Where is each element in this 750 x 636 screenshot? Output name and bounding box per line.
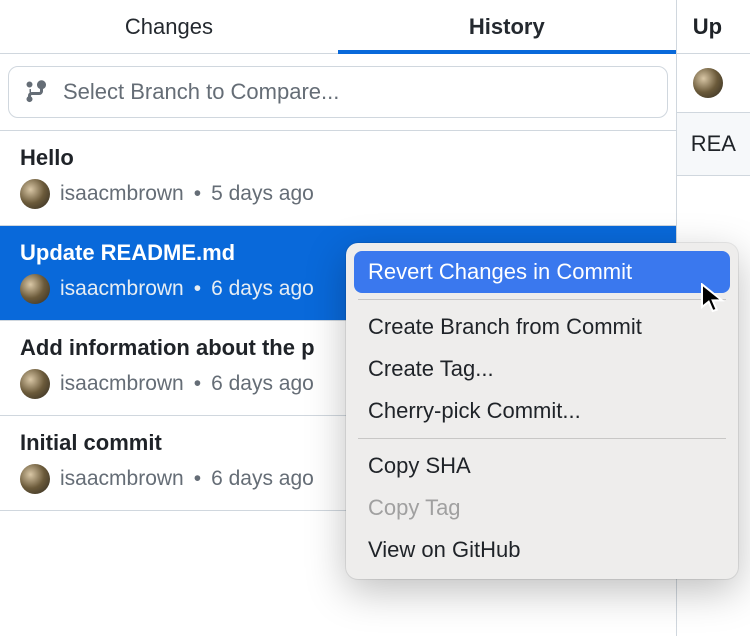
commit-time: 6 days ago xyxy=(211,372,314,396)
menu-item-create-branch[interactable]: Create Branch from Commit xyxy=(354,306,730,348)
menu-item-label: Copy SHA xyxy=(368,453,471,478)
commit-author: isaacmbrown xyxy=(60,467,184,491)
tab-label: History xyxy=(469,14,545,40)
menu-item-label: Cherry-pick Commit... xyxy=(368,398,581,423)
avatar xyxy=(20,179,50,209)
commit-time: 5 days ago xyxy=(211,182,314,206)
menu-item-label: Revert Changes in Commit xyxy=(368,259,632,284)
menu-item-label: View on GitHub xyxy=(368,537,520,562)
menu-divider xyxy=(358,299,726,300)
right-pane-file[interactable]: REA xyxy=(677,113,750,176)
commit-author: isaacmbrown xyxy=(60,182,184,206)
commit-title: Hello xyxy=(20,145,656,171)
commit-author: isaacmbrown xyxy=(60,277,184,301)
meta-separator: • xyxy=(194,467,201,491)
menu-item-label: Copy Tag xyxy=(368,495,461,520)
meta-separator: • xyxy=(194,182,201,206)
menu-item-revert[interactable]: Revert Changes in Commit xyxy=(354,251,730,293)
meta-separator: • xyxy=(194,372,201,396)
branch-compare-placeholder: Select Branch to Compare... xyxy=(63,79,339,105)
file-name: REA xyxy=(691,131,736,156)
branch-compare-row: Select Branch to Compare... xyxy=(0,54,676,131)
right-pane-title: Up xyxy=(693,14,722,40)
commit-author: isaacmbrown xyxy=(60,372,184,396)
menu-item-copy-tag: Copy Tag xyxy=(354,487,730,529)
menu-item-create-tag[interactable]: Create Tag... xyxy=(354,348,730,390)
right-pane-header: Up xyxy=(677,0,750,54)
git-branch-icon xyxy=(25,79,49,105)
menu-item-copy-sha[interactable]: Copy SHA xyxy=(354,445,730,487)
tabs: Changes History xyxy=(0,0,676,54)
commit-time: 6 days ago xyxy=(211,467,314,491)
meta-separator: • xyxy=(194,277,201,301)
branch-compare-select[interactable]: Select Branch to Compare... xyxy=(8,66,668,118)
context-menu: Revert Changes in Commit Create Branch f… xyxy=(346,243,738,579)
menu-item-label: Create Branch from Commit xyxy=(368,314,642,339)
menu-item-label: Create Tag... xyxy=(368,356,494,381)
menu-item-view-on-github[interactable]: View on GitHub xyxy=(354,529,730,571)
commit-meta: isaacmbrown • 5 days ago xyxy=(20,179,656,209)
tab-changes[interactable]: Changes xyxy=(0,0,338,53)
avatar xyxy=(20,369,50,399)
commit-item[interactable]: Hello isaacmbrown • 5 days ago xyxy=(0,131,676,226)
right-pane-author-row xyxy=(677,54,750,113)
tab-history[interactable]: History xyxy=(338,0,676,53)
menu-item-cherry-pick[interactable]: Cherry-pick Commit... xyxy=(354,390,730,432)
commit-time: 6 days ago xyxy=(211,277,314,301)
menu-divider xyxy=(358,438,726,439)
avatar xyxy=(20,274,50,304)
tab-label: Changes xyxy=(125,14,213,40)
avatar xyxy=(693,68,723,98)
avatar xyxy=(20,464,50,494)
